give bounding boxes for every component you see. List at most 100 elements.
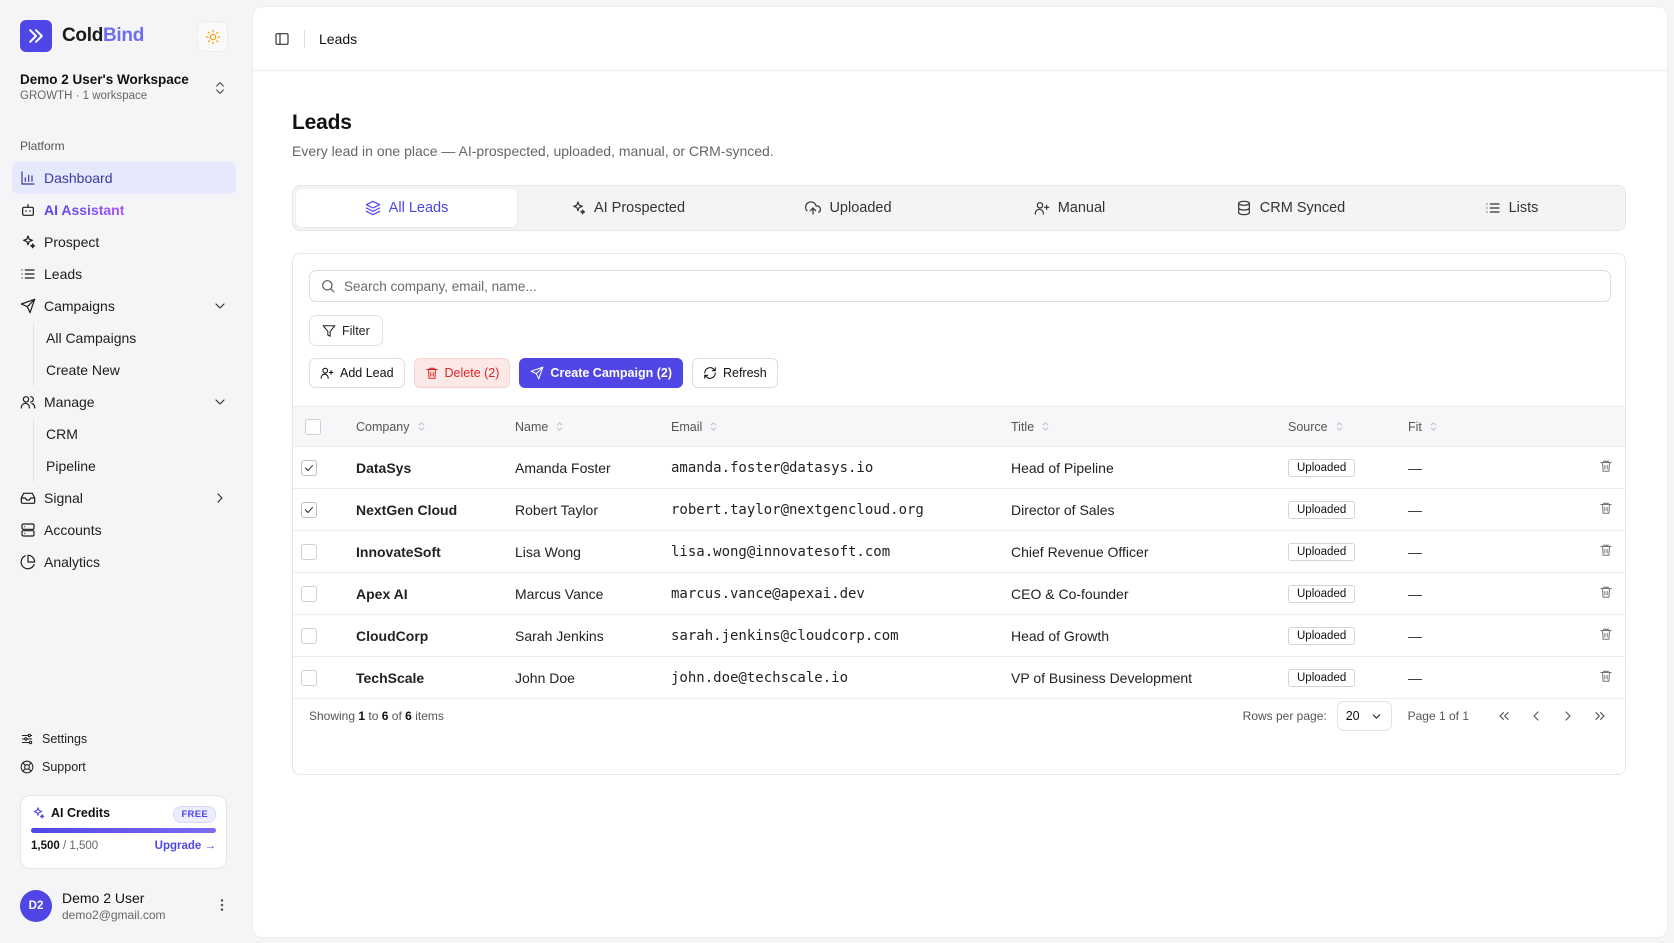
row-checkbox[interactable] [301,585,317,602]
column-label: Company [356,419,410,434]
cell-name: Sarah Jenkins [515,614,671,657]
sidebar-item-label: Leads [44,266,83,282]
sidebar-item-analytics[interactable]: Analytics [12,546,236,578]
more-vertical-icon[interactable] [214,897,230,913]
table-row[interactable]: InnovateSoft Lisa Wong lisa.wong@innovates… [293,530,1625,573]
column-header-name[interactable]: Name [515,420,671,434]
prev-page-icon[interactable] [1525,705,1547,727]
theme-toggle-button[interactable] [197,21,228,52]
tab-crm-synced[interactable]: CRM Synced [1180,189,1401,227]
sidebar-item-label: Signal [44,490,83,506]
sidebar-item-manage[interactable]: Manage [12,386,236,418]
settings-label: Settings [42,732,88,746]
sidebar-subitem-crm[interactable]: CRM [33,418,236,450]
sidebar-item-label: Prospect [44,234,100,250]
sidebar-item-dashboard[interactable]: Dashboard [12,162,236,194]
sidebar-item-leads[interactable]: Leads [12,258,236,290]
sparkles-icon [20,234,36,250]
workspace-switcher[interactable]: Demo 2 User's Workspace GROWTH · 1 works… [20,72,232,108]
sidebar-toggle-icon[interactable] [270,27,294,51]
support-link[interactable]: Support [20,753,87,781]
upgrade-link[interactable]: Upgrade → [155,840,216,852]
user-email: demo2@gmail.com [62,908,166,922]
column-header-fit[interactable]: Fit [1408,420,1508,434]
sidebar-subitem-all-campaigns[interactable]: All Campaigns [33,322,236,354]
tab-ai-prospected[interactable]: AI Prospected [517,189,738,227]
sidebar-item-accounts[interactable]: Accounts [12,514,236,546]
sidebar-subitem-pipeline[interactable]: Pipeline [33,450,236,482]
tab-lists[interactable]: Lists [1401,189,1622,227]
delete-button[interactable]: Delete (2) [413,358,511,388]
filter-button[interactable]: Filter [309,315,383,346]
delete-row-icon[interactable] [1599,501,1613,515]
cell-company: Apex AI [356,572,515,615]
sidebar-item-prospect[interactable]: Prospect [12,226,236,258]
user-menu[interactable]: D2 Demo 2 User demo2@gmail.com [20,889,230,923]
row-checkbox[interactable] [301,501,317,518]
support-label: Support [42,760,86,774]
tab-manual[interactable]: Manual [959,189,1180,227]
next-page-icon[interactable] [1557,705,1579,727]
sort-icon [1040,421,1051,432]
pagination-summary: Showing 1 to 6 of 6 items [309,709,444,723]
search-input[interactable] [344,278,1610,294]
row-checkbox[interactable] [301,627,317,644]
tab-label: CRM Synced [1259,200,1346,216]
last-page-icon[interactable] [1589,705,1611,727]
create-campaign-button[interactable]: Create Campaign (2) [519,358,683,388]
column-header-source[interactable]: Source [1288,420,1408,434]
row-checkbox[interactable] [301,669,317,686]
refresh-button[interactable]: Refresh [691,358,778,388]
refresh-icon [703,366,717,380]
cell-email: lisa.wong@innovatesoft.com [671,530,1011,573]
cell-company: DataSys [356,446,515,489]
row-checkbox[interactable] [301,543,317,560]
first-page-icon[interactable] [1493,705,1515,727]
select-all-checkbox[interactable] [305,418,321,435]
delete-row-icon[interactable] [1599,627,1613,641]
tab-all-leads[interactable]: All Leads [296,189,517,227]
page-subtitle: Every lead in one place — AI-prospected,… [292,143,774,159]
delete-row-icon[interactable] [1599,669,1613,683]
brand-name: ColdBind [62,25,145,46]
table-row[interactable]: NextGen Cloud Robert Taylor robert.taylor@… [293,488,1625,531]
delete-row-icon[interactable] [1599,459,1613,473]
workspace-name: Demo 2 User's Workspace [20,72,189,87]
settings-link[interactable]: Settings [20,725,87,753]
logo-icon [20,20,52,52]
sidebar-item-ai-assistant[interactable]: AI Assistant [12,194,236,226]
sidebar-item-label: Analytics [44,554,101,570]
row-checkbox[interactable] [301,459,317,476]
column-label: Fit [1408,419,1422,434]
sort-icon [708,421,719,432]
sparkles-icon [570,200,586,216]
credits-progress-fill [31,828,216,833]
sparkles-icon [31,806,45,820]
sidebar-item-campaigns[interactable]: Campaigns [12,290,236,322]
life-buoy-icon [20,760,34,774]
table-row[interactable]: Apex AI Marcus Vance marcus.vance@apexai.d… [293,572,1625,615]
tab-uploaded[interactable]: Uploaded [738,189,959,227]
list-icon [1485,200,1501,216]
column-header-company[interactable]: Company [356,420,515,434]
database-icon [1236,200,1252,216]
cell-title: Chief Revenue Officer [1011,530,1288,573]
table-row[interactable]: CloudCorp Sarah Jenkins sarah.jenkins@clou… [293,614,1625,657]
table-footer: Showing 1 to 6 of 6 items Rows per page:… [293,690,1625,742]
delete-row-icon[interactable] [1599,543,1613,557]
table-row[interactable]: DataSys Amanda Foster amanda.foster@datasy… [293,446,1625,489]
check-icon [303,504,315,516]
cell-email: amanda.foster@datasys.io [671,446,1011,489]
rows-per-page-select[interactable]: 20 [1336,701,1392,731]
column-header-title[interactable]: Title [1011,420,1288,434]
credits-used: 1,500 [31,840,60,852]
add-lead-button[interactable]: Add Lead [309,358,405,388]
brand[interactable]: ColdBind [20,20,144,52]
sidebar-subitem-create-new[interactable]: Create New [33,354,236,386]
source-badge: Uploaded [1288,627,1356,645]
leads-card: Filter Add Lead Delete (2) Create Campai… [292,253,1626,775]
column-header-email[interactable]: Email [671,420,1011,434]
delete-row-icon[interactable] [1599,585,1613,599]
sidebar-item-label: Campaigns [44,298,115,314]
sidebar-item-signal[interactable]: Signal [12,482,236,514]
